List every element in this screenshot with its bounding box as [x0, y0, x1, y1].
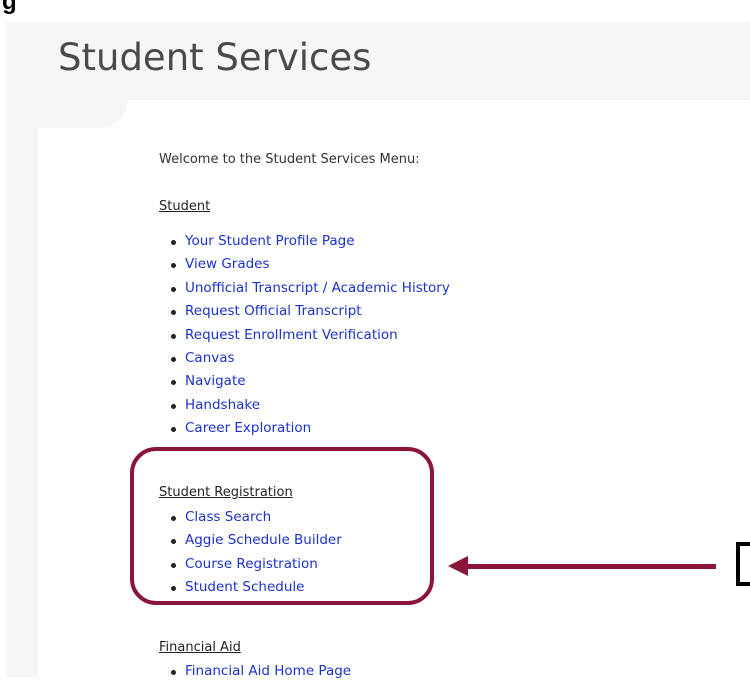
cropped-caption-text: g [2, 0, 17, 15]
list-item: Financial Aid Home Page [171, 662, 351, 685]
list-item: Request Official Transcript [171, 302, 450, 325]
page-header: Student Services [6, 22, 750, 100]
link-navigate[interactable]: Navigate [185, 373, 246, 389]
list-item: Request Enrollment Verification [171, 326, 450, 349]
link-student-schedule[interactable]: Student Schedule [185, 579, 304, 595]
link-view-grades[interactable]: View Grades [185, 256, 270, 272]
link-request-official-transcript[interactable]: Request Official Transcript [185, 303, 362, 319]
link-enrollment-verification[interactable]: Request Enrollment Verification [185, 327, 398, 343]
link-course-registration[interactable]: Course Registration [185, 556, 318, 572]
link-canvas[interactable]: Canvas [185, 350, 235, 366]
list-item: Course Registration [171, 555, 342, 578]
cropped-top-caption: g [0, 0, 750, 22]
annotation-arrow-line [466, 564, 716, 569]
bullet-icon [171, 286, 176, 292]
financial-aid-link-list: Financial Aid Home Page [171, 662, 351, 685]
registration-link-list: Class Search Aggie Schedule Builder Cour… [171, 508, 342, 602]
list-item: Navigate [171, 372, 450, 395]
bullet-icon [171, 562, 176, 568]
section-heading-student: Student [159, 199, 211, 214]
link-student-profile[interactable]: Your Student Profile Page [185, 233, 355, 249]
link-handshake[interactable]: Handshake [185, 397, 260, 413]
list-item: Unofficial Transcript / Academic History [171, 279, 450, 302]
list-item: Handshake [171, 396, 450, 419]
welcome-text: Welcome to the Student Services Menu: [159, 152, 420, 167]
bullet-icon [171, 403, 176, 409]
list-item: Student Schedule [171, 578, 342, 601]
section-heading-registration: Student Registration [159, 485, 293, 500]
link-career-exploration[interactable]: Career Exploration [185, 420, 311, 436]
list-item: Your Student Profile Page [171, 232, 450, 255]
section-heading-financial-aid: Financial Aid [159, 640, 241, 655]
list-item: Career Exploration [171, 419, 450, 442]
bullet-icon [171, 240, 176, 245]
annotation-arrow-head-icon [448, 556, 468, 576]
student-link-list: Your Student Profile Page View Grades Un… [171, 232, 450, 443]
list-item: Class Search [171, 508, 342, 531]
annotation-bracket [736, 542, 750, 586]
list-item: View Grades [171, 255, 450, 278]
list-item: Aggie Schedule Builder [171, 531, 342, 554]
bullet-icon [171, 356, 176, 362]
left-margin [6, 100, 38, 677]
link-unofficial-transcript[interactable]: Unofficial Transcript / Academic History [185, 280, 450, 296]
link-class-search[interactable]: Class Search [185, 509, 271, 525]
list-item: Canvas [171, 349, 450, 372]
bullet-icon [171, 670, 176, 675]
page-title: Student Services [58, 36, 372, 79]
bullet-icon [171, 333, 176, 339]
link-aggie-schedule-builder[interactable]: Aggie Schedule Builder [185, 532, 342, 548]
bullet-icon [171, 516, 176, 521]
